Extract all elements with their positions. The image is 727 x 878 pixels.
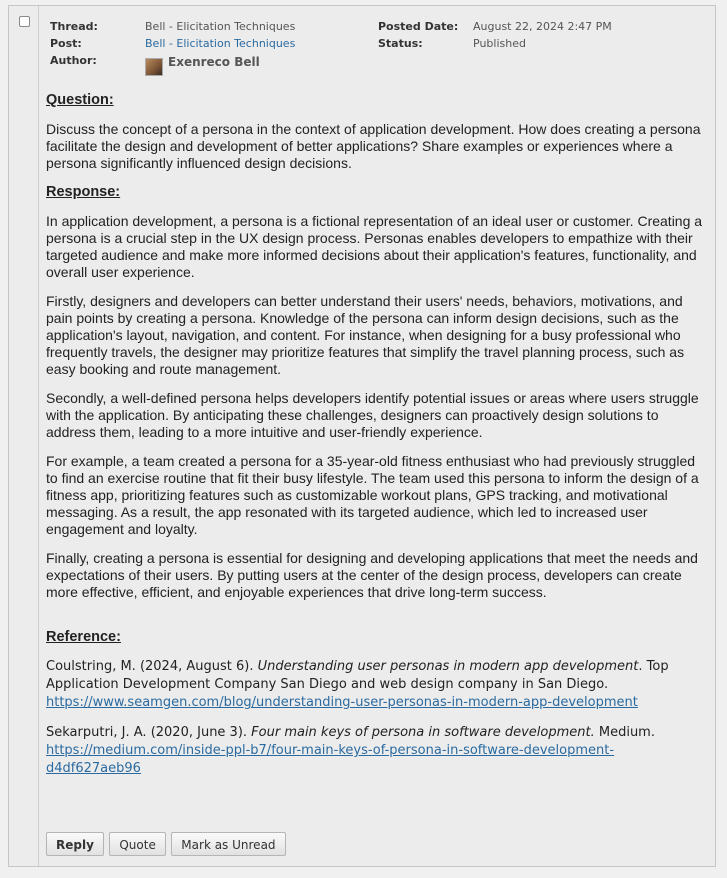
reference-title: Understanding user personas in modern ap…	[257, 659, 639, 674]
post-actions: Reply Quote Mark as Unread	[46, 832, 287, 856]
reply-button[interactable]: Reply	[46, 832, 104, 856]
post-label: Post:	[50, 37, 82, 50]
post-card: Thread: Bell - Elicitation Techniques Po…	[8, 5, 716, 867]
thread-value: Bell - Elicitation Techniques	[145, 20, 296, 33]
reference-author: Sekarputri, J. A. (2020, June 3).	[46, 725, 252, 740]
response-paragraph: For example, a team created a persona fo…	[46, 453, 699, 537]
response-heading: Response:	[46, 184, 121, 200]
posted-date-label: Posted Date:	[378, 20, 459, 33]
post-metadata: Thread: Bell - Elicitation Techniques Po…	[46, 20, 707, 80]
author-name: Exenreco Bell	[168, 55, 260, 69]
post-body: Question: Discuss the concept of a perso…	[46, 92, 707, 790]
thread-label: Thread:	[50, 20, 98, 33]
quote-button[interactable]: Quote	[109, 832, 166, 856]
post-link[interactable]: Bell - Elicitation Techniques	[145, 37, 295, 50]
status-label: Status:	[378, 37, 423, 50]
status-value: Published	[473, 37, 526, 50]
posted-date-value: August 22, 2024 2:47 PM	[473, 20, 612, 33]
post-content: Thread: Bell - Elicitation Techniques Po…	[46, 6, 707, 866]
author-label: Author:	[50, 54, 97, 67]
reference-link[interactable]: https://medium.com/inside-ppl-b7/four-ma…	[46, 743, 614, 776]
reference-item: Sekarputri, J. A. (2020, June 3). Four m…	[46, 724, 707, 778]
select-post-checkbox[interactable]	[19, 16, 30, 27]
reference-publisher: Medium.	[594, 725, 655, 740]
response-paragraph: In application development, a persona is…	[46, 213, 703, 280]
reference-author: Coulstring, M. (2024, August 6).	[46, 659, 258, 674]
response-paragraph: Firstly, designers and developers can be…	[46, 293, 685, 377]
question-heading: Question:	[46, 92, 114, 108]
author-avatar	[145, 58, 163, 76]
reference-heading: Reference:	[46, 629, 121, 645]
reference-link[interactable]: https://www.seamgen.com/blog/understandi…	[46, 695, 638, 710]
response-paragraph: Secondly, a well-defined persona helps d…	[46, 390, 699, 440]
question-text: Discuss the concept of a persona in the …	[46, 121, 701, 171]
mark-as-unread-button[interactable]: Mark as Unread	[171, 832, 286, 856]
response-paragraph: Finally, creating a persona is essential…	[46, 550, 698, 600]
reference-title: Four main keys of persona in software de…	[251, 725, 595, 740]
select-gutter	[9, 6, 39, 866]
reference-item: Coulstring, M. (2024, August 6). Underst…	[46, 658, 707, 712]
